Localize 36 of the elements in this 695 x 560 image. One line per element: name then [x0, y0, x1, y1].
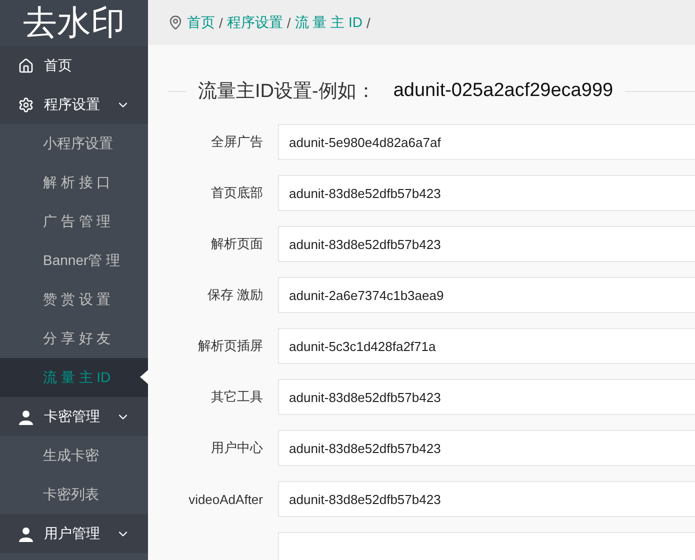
field-label: 保存 激励: [206, 286, 264, 304]
sidebar-group-label: 首页: [44, 56, 73, 74]
user-icon: [18, 408, 34, 424]
sidebar-group[interactable]: 卡密管理: [0, 397, 148, 436]
field-label: 解析页插屏: [197, 337, 264, 355]
field-label: 用户中心: [210, 439, 264, 457]
section-title: 流量主ID设置-例如：: [198, 80, 376, 104]
input-field[interactable]: adunit-83d8e52dfb57b423: [278, 481, 695, 517]
settings-icon: [18, 96, 34, 112]
input-field[interactable]: adunit-83d8e52dfb57b423: [278, 379, 695, 415]
sidebar-item[interactable]: 流 量 主 ID: [0, 358, 148, 397]
breadcrumb-separator: /: [286, 14, 291, 30]
sidebar-group[interactable]: 程序设置: [0, 85, 148, 124]
breadcrumb-separator: /: [366, 14, 370, 30]
sidebar-group[interactable]: 首页: [0, 46, 148, 85]
input-field[interactable]: adunit-83d8e52dfb57b423: [278, 175, 695, 211]
field-label: 解析页面: [210, 235, 264, 253]
input-field[interactable]: adunit-5e980e4d82a6a7af: [278, 124, 695, 160]
input-field[interactable]: adunit-2a6e7374c1b3aea9: [278, 277, 695, 313]
field-label: videoAdAfter: [188, 492, 264, 506]
field-label: 首页底部: [210, 184, 264, 202]
logo: 去水印: [0, 0, 148, 46]
sidebar-group-label: 卡密管理: [44, 408, 101, 426]
field-label: 全屏广告: [210, 133, 264, 151]
sidebar-group-label: 用户管理: [44, 524, 101, 542]
input-field[interactable]: adunit-83d8e52dfb57b423: [278, 430, 695, 466]
location-icon: [168, 15, 183, 30]
input-field[interactable]: adunit-83d8e52dfb57b423: [278, 226, 695, 262]
sidebar-group[interactable]: 用户管理: [0, 514, 148, 553]
home-icon: [18, 58, 34, 74]
sidebar-group-label: 程序设置: [44, 96, 101, 114]
breadcrumb-separator: /: [219, 14, 223, 30]
user-icon: [18, 526, 34, 542]
field-label: 其它工具: [210, 388, 264, 406]
section-example: adunit-025a2acf29eca999: [393, 80, 614, 102]
input-field[interactable]: adunit-5c3c1d428fa2f71a: [278, 328, 695, 364]
